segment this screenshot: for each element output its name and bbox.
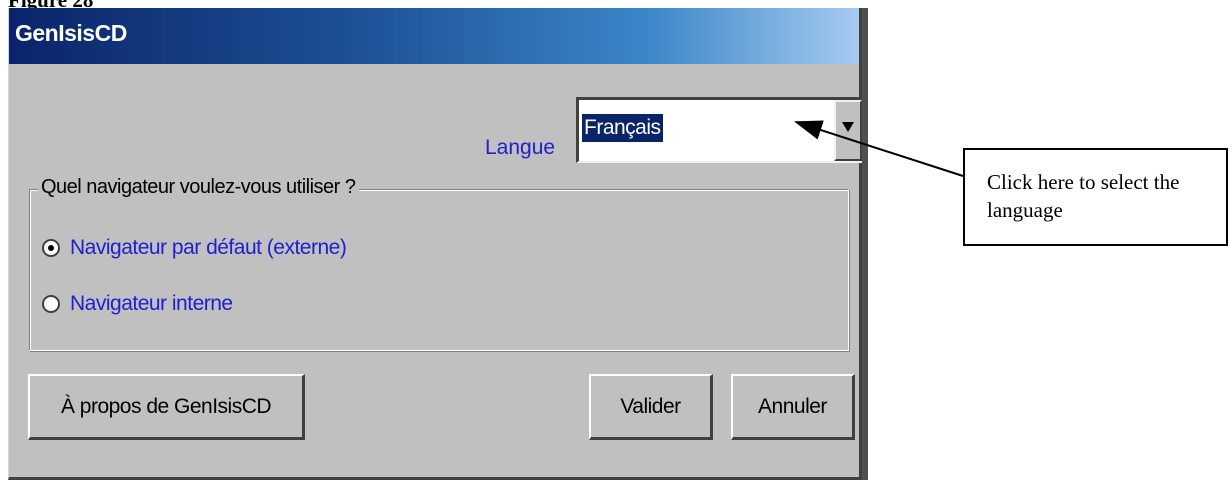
callout-arrow	[794, 120, 964, 177]
